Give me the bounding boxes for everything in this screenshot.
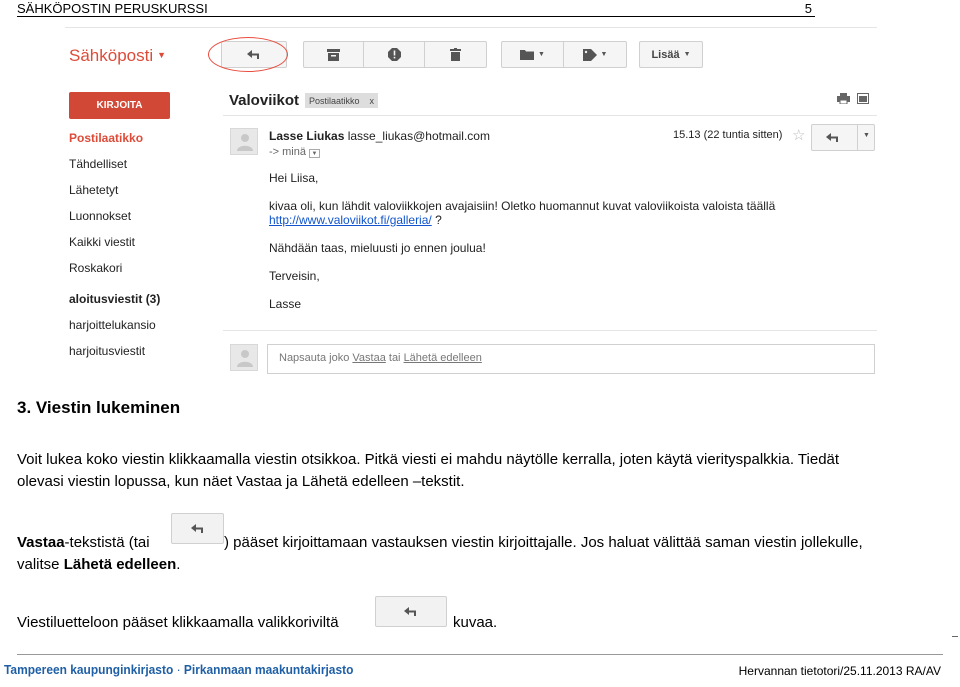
body-signature: Lasse <box>269 297 302 311</box>
folder-icon <box>520 50 535 60</box>
archive-icon <box>327 48 341 61</box>
reply-link[interactable]: Vastaa <box>352 352 385 364</box>
more-button[interactable]: Lisää ▼ <box>639 41 703 68</box>
tag-icon <box>582 48 597 61</box>
chevron-down-icon[interactable]: ▼ <box>863 132 870 139</box>
body-line-1: kivaa oli, kun lähdit valoviikkojen avaj… <box>269 199 776 213</box>
sidebar-item-starred[interactable]: Tähdelliset <box>69 157 127 171</box>
paragraph-1-line-2: olevasi viestin lopussa, kun näet Vastaa… <box>17 473 465 490</box>
alert-icon <box>387 48 401 61</box>
logo-left-text: Tampereen kaupunginkirjasto <box>4 662 174 677</box>
sidebar-item-trash[interactable]: Roskakori <box>69 261 122 275</box>
page-number: 5 <box>804 1 812 16</box>
body-closing: Terveisin, <box>269 269 320 283</box>
body-line-3: Nähdään taas, mieluusti jo ennen joulua! <box>269 241 486 255</box>
sender-avatar <box>230 128 258 155</box>
delete-button[interactable] <box>425 42 486 67</box>
sidebar-item-all-mail[interactable]: Kaikki viestit <box>69 235 135 249</box>
back-arrow-icon <box>404 606 416 616</box>
sidebar-item-sent[interactable]: Lähetetyt <box>69 183 118 197</box>
show-details-icon[interactable]: ▼ <box>309 149 320 158</box>
body-link-line: http://www.valoviikot.fi/galleria/ ? <box>269 213 442 227</box>
gmail-screenshot: Sähköposti ▼ ▼ ▼ Lisää ▼ KIRJOITA Postilaa… <box>57 27 877 377</box>
remove-label-icon[interactable]: x <box>370 96 375 106</box>
archive-button[interactable] <box>304 42 365 67</box>
reply-prompt-middle: tai <box>385 352 404 364</box>
reply-icon <box>826 133 838 142</box>
report-spam-button[interactable] <box>364 42 425 67</box>
bold-laheta-edelleen: Lähetä edelleen <box>63 556 177 573</box>
gmail-logo[interactable]: Sähköposti ▼ <box>69 46 166 66</box>
print-icon[interactable] <box>837 91 850 109</box>
footer-info: Hervannan tietotori/25.11.2013 RA/AV <box>738 664 941 678</box>
message-time: 15.13 (22 tuntia sitten) <box>673 129 783 141</box>
paragraph-2-line-2: valitse Lähetä edelleen. <box>17 554 180 576</box>
section-heading: 3. Viestin lukeminen <box>17 398 181 417</box>
paragraph-2-line-1a: Vastaa-tekstistä (tai <box>17 532 150 554</box>
back-button-image <box>375 596 447 627</box>
message-subject: Valoviikot <box>229 92 300 109</box>
logo-text: Sähköposti <box>69 46 154 65</box>
sender-line: Lasse Liukas lasse_liukas@hotmail.com <box>269 129 490 143</box>
chevron-down-icon: ▼ <box>600 51 608 58</box>
sidebar-item-label-aloitusviestit[interactable]: aloitusviestit (3) <box>69 292 160 306</box>
reply-icon <box>190 523 203 533</box>
reply-button-group[interactable]: ▼ <box>811 124 875 151</box>
forward-link[interactable]: Lähetä edelleen <box>404 352 482 364</box>
sender-email: lasse_liukas@hotmail.com <box>347 129 490 143</box>
sidebar-item-inbox[interactable]: Postilaatikko <box>69 131 143 145</box>
person-icon <box>237 134 253 151</box>
sender-name[interactable]: Lasse Liukas <box>269 129 344 143</box>
para2-text-d: . <box>176 556 181 573</box>
page-header: SÄHKÖPOSTIN PERUSKURSSI 5 <box>17 0 815 17</box>
para2-text-a: -tekstistä (tai <box>64 534 150 551</box>
logo-separator: · <box>173 662 184 677</box>
user-avatar <box>230 344 258 371</box>
chevron-down-icon: ▼ <box>538 51 545 58</box>
reply-prompt-prefix: Napsauta joko <box>279 352 353 364</box>
action-button-group <box>303 41 487 68</box>
label-chip-text: Postilaatikko <box>309 95 360 106</box>
paragraph-3-a: Viestiluetteloon pääset klikkaamalla val… <box>17 614 339 631</box>
paragraph-1-line-1: Voit lukea koko viestin klikkaamalla vie… <box>17 451 840 468</box>
document-title: SÄHKÖPOSTIN PERUSKURSSI <box>17 1 208 16</box>
paragraph-2-line-1b: ) pääset kirjoittamaan vastauksen viesti… <box>224 534 863 551</box>
label-chip: Postilaatikko x <box>305 93 379 108</box>
logo-right-text: Pirkanmaan maakuntakirjasto <box>183 662 354 677</box>
paragraph-3-b: kuvaa. <box>453 614 498 631</box>
sidebar-item-label-harjoittelukansio[interactable]: harjoittelukansio <box>69 318 156 332</box>
compose-button[interactable]: KIRJOITA <box>69 92 170 119</box>
recipient: -> minä <box>269 146 306 158</box>
highlight-circle <box>208 37 288 72</box>
chevron-down-icon: ▼ <box>683 51 691 58</box>
person-icon <box>237 350 253 367</box>
labels-button[interactable]: ▼ <box>564 42 626 67</box>
star-icon[interactable]: ☆ <box>792 126 805 144</box>
sidebar-item-drafts[interactable]: Luonnokset <box>69 209 131 223</box>
quick-reply-box[interactable]: Napsauta joko Vastaa tai Lähetä edelleen <box>267 344 875 374</box>
bold-vastaa: Vastaa <box>17 534 65 551</box>
gallery-link[interactable]: http://www.valoviikot.fi/galleria/ <box>269 213 432 227</box>
link-suffix: ? <box>431 213 442 227</box>
move-label-group: ▼ ▼ <box>501 41 627 68</box>
new-window-icon[interactable] <box>857 91 869 109</box>
reply-button-image <box>171 513 224 544</box>
move-to-button[interactable]: ▼ <box>502 42 565 67</box>
trash-icon <box>449 48 461 61</box>
sidebar-item-label-harjoitusviestit[interactable]: harjoitusviestit <box>69 344 145 358</box>
body-greeting: Hei Liisa, <box>269 171 319 185</box>
para2-text-c: valitse <box>17 556 64 573</box>
recipient-line: -> minä ▼ <box>269 146 320 158</box>
more-label: Lisää <box>651 48 680 61</box>
chevron-down-icon: ▼ <box>157 50 167 60</box>
library-logo: Tampereen kaupunginkirjasto · Pirkanmaan… <box>4 662 353 677</box>
